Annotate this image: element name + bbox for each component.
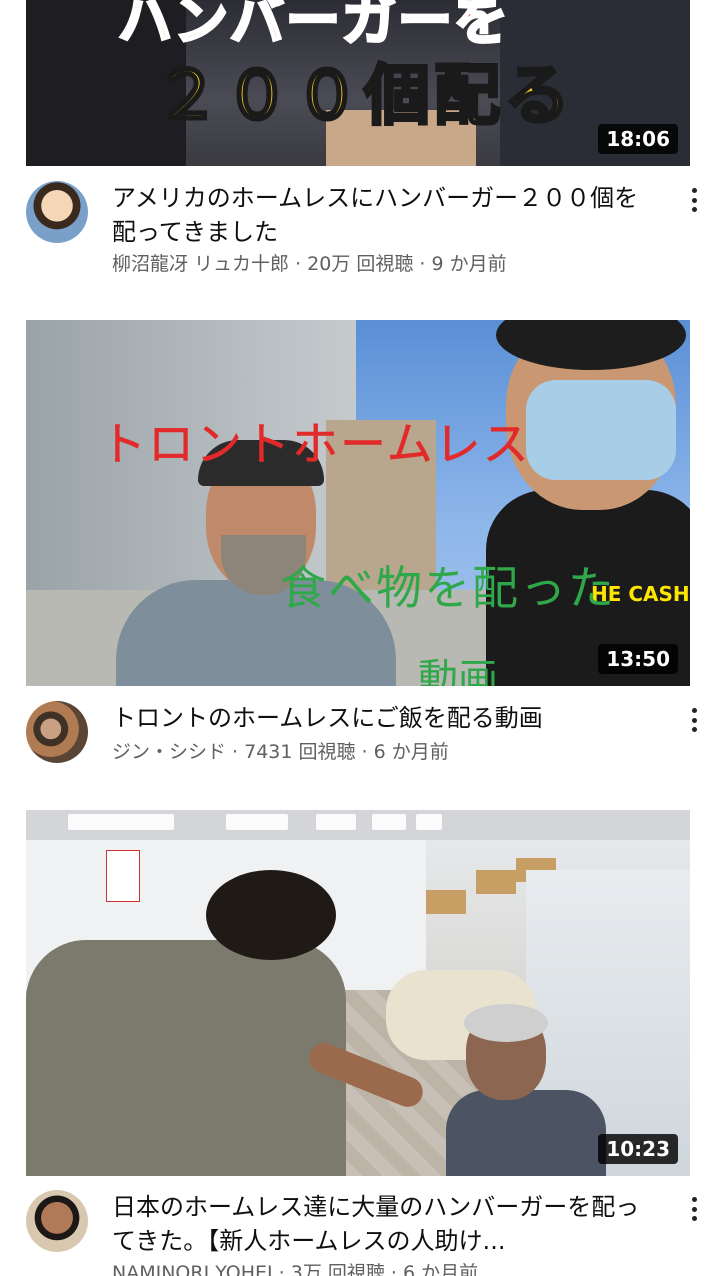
thumbnail-caption: トロントホームレス bbox=[100, 417, 531, 472]
video-item[interactable]: HE CASH トロントホームレス 食べ物を配った 動画 13:50 トロントの… bbox=[0, 320, 718, 780]
more-vert-icon[interactable] bbox=[682, 1194, 706, 1224]
video-title[interactable]: アメリカのホームレスにハンバーガー２００個を配ってきました bbox=[112, 181, 652, 249]
thumbnail-caption: 食べ物を配った bbox=[280, 561, 616, 615]
thumbnail-light bbox=[372, 814, 406, 830]
video-thumbnail[interactable]: 10:23 bbox=[26, 810, 690, 1176]
thumbnail-caption: ２００個配る bbox=[153, 56, 574, 136]
thumbnail-caption: 動画 bbox=[418, 656, 498, 686]
video-meta: 日本のホームレス達に大量のハンバーガーを配ってきた。【新人ホームレスの人助け..… bbox=[26, 1190, 706, 1276]
more-vert-icon[interactable] bbox=[682, 185, 706, 215]
channel-avatar[interactable] bbox=[26, 701, 88, 763]
video-subtitle: NAMINORI YOHEI · 3万 回視聴 · 6 か月前 bbox=[112, 1262, 479, 1276]
thumbnail-figure bbox=[26, 870, 428, 1176]
video-subtitle: ジン・シシド · 7431 回視聴 · 6 か月前 bbox=[112, 741, 449, 763]
thumbnail-light bbox=[226, 814, 288, 830]
video-item[interactable]: ハンバーガーを ２００個配る 18:06 アメリカのホームレスにハンバーガー２０… bbox=[0, 0, 718, 300]
video-meta: アメリカのホームレスにハンバーガー２００個を配ってきました 柳沼龍冴 リュカ十郎… bbox=[26, 181, 706, 291]
thumbnail-box bbox=[426, 890, 466, 914]
duration-badge: 13:50 bbox=[598, 644, 678, 674]
video-subtitle: 柳沼龍冴 リュカ十郎 · 20万 回視聴 · 9 か月前 bbox=[112, 253, 507, 275]
channel-avatar[interactable] bbox=[26, 181, 88, 243]
video-title[interactable]: トロントのホームレスにご飯を配る動画 bbox=[112, 701, 652, 735]
video-item[interactable]: 10:23 日本のホームレス達に大量のハンバーガーを配ってきた。【新人ホームレス… bbox=[0, 810, 718, 1276]
thumbnail-figure bbox=[446, 1004, 606, 1176]
video-meta: トロントのホームレスにご飯を配る動画 ジン・シシド · 7431 回視聴 · 6… bbox=[26, 701, 706, 781]
video-thumbnail[interactable]: HE CASH トロントホームレス 食べ物を配った 動画 13:50 bbox=[26, 320, 690, 686]
thumbnail-light bbox=[68, 814, 174, 830]
duration-badge: 10:23 bbox=[598, 1134, 678, 1164]
thumbnail-light bbox=[316, 814, 356, 830]
video-title[interactable]: 日本のホームレス達に大量のハンバーガーを配ってきた。【新人ホームレスの人助け..… bbox=[112, 1190, 652, 1258]
thumbnail-box bbox=[476, 870, 516, 894]
more-vert-icon[interactable] bbox=[682, 705, 706, 735]
channel-avatar[interactable] bbox=[26, 1190, 88, 1252]
duration-badge: 18:06 bbox=[598, 124, 678, 154]
video-thumbnail[interactable]: ハンバーガーを ２００個配る 18:06 bbox=[26, 0, 690, 166]
thumbnail-figure bbox=[466, 320, 690, 686]
thumbnail-light bbox=[416, 814, 442, 830]
